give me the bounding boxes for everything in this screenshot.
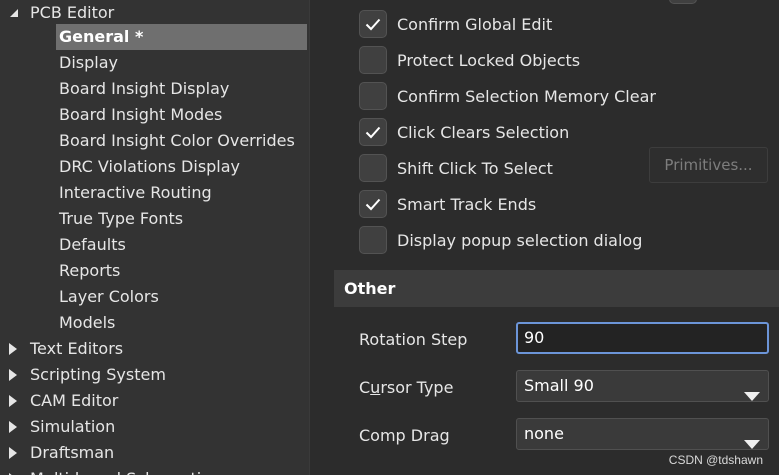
- tree-item-label: Reports: [59, 261, 121, 280]
- rotation-step-input[interactable]: 90: [516, 322, 769, 354]
- tree-item[interactable]: General *: [0, 24, 309, 50]
- collapsed-triangle-icon[interactable]: [6, 414, 20, 440]
- option-checkbox[interactable]: [359, 226, 387, 254]
- option-label: Protect Locked Objects: [397, 50, 581, 70]
- tree-root-label: Scripting System: [30, 365, 166, 384]
- tree-root-label: PCB Editor: [30, 3, 115, 22]
- comp-drag-label: Comp Drag: [359, 426, 450, 445]
- collapsed-triangle-icon[interactable]: [6, 388, 20, 414]
- tree-root[interactable]: CAM Editor: [0, 388, 309, 414]
- partial-checkbox[interactable]: [669, 0, 697, 4]
- tree-root-label: Text Editors: [30, 339, 124, 358]
- comp-drag-value: none: [524, 424, 564, 443]
- tree-root-label: Multi-board Schematic: [30, 466, 210, 475]
- tree-item-label: Board Insight Display: [59, 79, 230, 98]
- tree-item[interactable]: DRC Violations Display: [0, 154, 309, 180]
- tree-root-label: CAM Editor: [30, 391, 119, 410]
- tree-item-label: Defaults: [59, 235, 126, 254]
- tree-root[interactable]: Multi-board Schematic: [0, 466, 309, 475]
- cursor-type-label-mnemonic: u: [370, 378, 381, 397]
- option-checkbox[interactable]: [359, 10, 387, 38]
- general-options-panel: Confirm Global Edit Protect Locked Object…: [310, 0, 779, 475]
- option-row[interactable]: Confirm Global Edit: [359, 9, 552, 39]
- tree-root[interactable]: Simulation: [0, 414, 309, 440]
- tree-item[interactable]: Board Insight Display: [0, 76, 309, 102]
- cursor-type-label-a: C: [359, 378, 371, 397]
- collapsed-triangle-icon[interactable]: [6, 466, 20, 475]
- tree-item[interactable]: Layer Colors: [0, 284, 309, 310]
- tree-item-label: Interactive Routing: [59, 183, 212, 202]
- option-row[interactable]: Shift Click To Select: [359, 153, 553, 183]
- option-label: Click Clears Selection: [397, 122, 570, 142]
- tree-item-label: Board Insight Modes: [59, 105, 223, 124]
- tree-item-label: Board Insight Color Overrides: [59, 131, 295, 150]
- option-label: Smart Track Ends: [397, 194, 537, 214]
- primitives-button[interactable]: Primitives...: [649, 147, 768, 183]
- tree-item-label: True Type Fonts: [59, 209, 184, 228]
- collapsed-triangle-icon[interactable]: [6, 440, 20, 466]
- checkmark-icon: [365, 126, 381, 138]
- option-label: Display popup selection dialog: [397, 230, 643, 250]
- tree-item[interactable]: Interactive Routing: [0, 180, 309, 206]
- tree-root[interactable]: Text Editors: [0, 336, 309, 362]
- cursor-type-label: Cursor Type: [359, 378, 453, 397]
- tree-item[interactable]: Display: [0, 50, 309, 76]
- tree-root-label: Simulation: [30, 417, 116, 436]
- option-checkbox[interactable]: [359, 82, 387, 110]
- option-row[interactable]: Click Clears Selection: [359, 117, 569, 147]
- tree-item[interactable]: Reports: [0, 258, 309, 284]
- option-checkbox[interactable]: [359, 118, 387, 146]
- tree-item-label: Layer Colors: [59, 287, 159, 306]
- cursor-type-label-b: rsor Type: [380, 378, 454, 397]
- checkmark-icon: [365, 198, 381, 210]
- option-checkbox[interactable]: [359, 154, 387, 182]
- rotation-step-label: Rotation Step: [359, 330, 468, 349]
- tree-item[interactable]: Defaults: [0, 232, 309, 258]
- tree-root[interactable]: Scripting System: [0, 362, 309, 388]
- section-header-other: Other: [334, 270, 779, 307]
- tree-item-label: DRC Violations Display: [59, 157, 241, 176]
- option-checkbox[interactable]: [359, 46, 387, 74]
- option-checkbox[interactable]: [359, 190, 387, 218]
- option-row[interactable]: Protect Locked Objects: [359, 45, 580, 75]
- collapsed-triangle-icon[interactable]: [6, 336, 20, 362]
- option-label: Shift Click To Select: [397, 158, 553, 178]
- comp-drag-select[interactable]: none: [516, 418, 769, 450]
- tree-item[interactable]: Models: [0, 310, 309, 336]
- option-label: Confirm Global Edit: [397, 14, 553, 34]
- tree-root-label: Draftsman: [30, 443, 115, 462]
- tree-item-label: Models: [59, 313, 116, 332]
- chevron-down-icon[interactable]: [744, 382, 760, 412]
- tree-item[interactable]: True Type Fonts: [0, 206, 309, 232]
- watermark: CSDN @tdshawn: [668, 453, 763, 467]
- tree-item-label: Display: [59, 53, 118, 72]
- checkmark-icon: [365, 18, 381, 30]
- expanded-triangle-icon[interactable]: [7, 0, 21, 26]
- tree-root-pcb-editor[interactable]: PCB Editor: [0, 0, 309, 26]
- tree-item-label: General *: [59, 27, 144, 46]
- tree-item[interactable]: Board Insight Modes: [0, 102, 309, 128]
- tree-item[interactable]: Board Insight Color Overrides: [0, 128, 309, 154]
- option-label: Confirm Selection Memory Clear: [397, 86, 656, 106]
- option-row[interactable]: Confirm Selection Memory Clear: [359, 81, 656, 111]
- cursor-type-value: Small 90: [524, 376, 594, 395]
- options-tree: PCB Editor General * Display Board Insight…: [0, 0, 309, 475]
- cursor-type-select[interactable]: Small 90: [516, 370, 769, 402]
- collapsed-triangle-icon[interactable]: [6, 362, 20, 388]
- tree-root[interactable]: Draftsman: [0, 440, 309, 466]
- option-row[interactable]: Display popup selection dialog: [359, 225, 642, 255]
- option-row[interactable]: Smart Track Ends: [359, 189, 536, 219]
